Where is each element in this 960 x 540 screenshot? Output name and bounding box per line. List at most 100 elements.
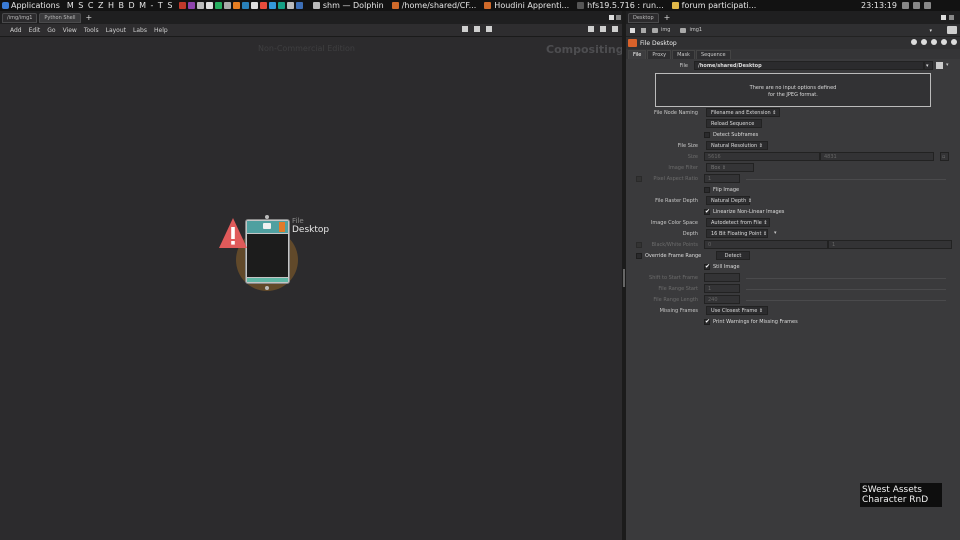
- app-icon[interactable]: [196, 2, 204, 9]
- settings-icon[interactable]: [951, 39, 957, 45]
- info-icon[interactable]: [941, 39, 947, 45]
- tab-file[interactable]: File: [628, 50, 647, 59]
- image-filter-menu[interactable]: Box ⇕: [706, 163, 754, 172]
- taskbar-window-hfs[interactable]: hfs19.5.716 : run...: [577, 1, 664, 10]
- tab-parameters[interactable]: Desktop: [628, 12, 659, 23]
- node-flag-bar[interactable]: [247, 278, 288, 282]
- app-icon[interactable]: [241, 2, 249, 9]
- grid-icon[interactable]: [612, 26, 618, 32]
- pane-options-icon[interactable]: [949, 15, 954, 20]
- print-warnings-checkbox[interactable]: [704, 318, 710, 325]
- node-header-title[interactable]: File Desktop: [640, 40, 677, 47]
- shift-to-start-field[interactable]: [704, 273, 740, 282]
- quick-launch-item[interactable]: C: [88, 1, 94, 10]
- file-chooser-icon[interactable]: [936, 62, 943, 69]
- quick-launch-item[interactable]: S: [167, 1, 173, 10]
- tab-sequence[interactable]: Sequence: [695, 50, 731, 59]
- menu-help[interactable]: Help: [154, 27, 168, 34]
- shift-to-start-slider[interactable]: [746, 278, 946, 279]
- forward-icon[interactable]: [641, 27, 646, 33]
- file-node[interactable]: File Desktop: [219, 215, 332, 325]
- app-icon[interactable]: [286, 2, 294, 9]
- taskbar-window-dolphin[interactable]: shm — Dolphin: [312, 1, 384, 10]
- network-canvas[interactable]: Non-Commercial Edition Compositing File …: [0, 37, 624, 540]
- app-icon[interactable]: [259, 2, 267, 9]
- tab-network[interactable]: /img/img1: [2, 12, 38, 23]
- file-raster-depth-menu[interactable]: Natural Depth ⇕: [706, 196, 752, 205]
- image-color-space-menu[interactable]: Autodetect from File ⇕: [706, 218, 770, 227]
- chevron-down-icon[interactable]: ▾: [929, 28, 932, 34]
- volume-icon[interactable]: [913, 2, 920, 9]
- size-height-field[interactable]: 4831: [820, 152, 934, 161]
- zoom-icon[interactable]: [588, 26, 594, 32]
- wrench-icon[interactable]: [462, 26, 468, 32]
- pane-menu-icon[interactable]: [941, 15, 946, 20]
- app-icon[interactable]: [205, 2, 213, 9]
- clock[interactable]: 23:13:19: [861, 0, 897, 11]
- applications-menu[interactable]: Applications: [0, 1, 60, 10]
- network-icon[interactable]: [902, 2, 909, 9]
- add-tab-button[interactable]: +: [664, 13, 671, 22]
- taskbar-window-forum[interactable]: forum participati...: [671, 1, 756, 10]
- file-range-length-slider[interactable]: [746, 300, 946, 301]
- pane-options-icon[interactable]: [616, 15, 621, 20]
- tab-mask[interactable]: Mask: [672, 50, 695, 59]
- pixel-aspect-field[interactable]: 1: [704, 174, 740, 183]
- still-image-checkbox[interactable]: [704, 263, 710, 270]
- tab-python-shell[interactable]: Python Shell: [39, 12, 81, 23]
- stop-icon[interactable]: [486, 26, 492, 32]
- menu-add[interactable]: Add: [10, 27, 22, 34]
- quick-launch-item[interactable]: M: [67, 1, 74, 10]
- quick-launch-item[interactable]: Z: [98, 1, 104, 10]
- detect-subframes-checkbox[interactable]: [704, 132, 710, 138]
- override-frame-range-checkbox[interactable]: [636, 253, 642, 259]
- layout-icon[interactable]: [474, 26, 480, 32]
- node-thumbnail[interactable]: [245, 219, 290, 284]
- menu-tools[interactable]: Tools: [84, 27, 99, 34]
- add-tab-button[interactable]: +: [86, 13, 93, 22]
- pixel-aspect-slider[interactable]: [746, 179, 946, 180]
- search-icon[interactable]: [931, 39, 937, 45]
- file-range-start-slider[interactable]: [746, 289, 946, 290]
- size-lock-button[interactable]: ▫: [940, 152, 949, 161]
- help-icon[interactable]: [921, 39, 927, 45]
- app-icon[interactable]: [268, 2, 276, 9]
- linearize-checkbox[interactable]: [704, 208, 710, 215]
- file-path-field[interactable]: /home/shared/Desktop: [694, 61, 924, 70]
- app-icon[interactable]: [187, 2, 195, 9]
- file-node-naming-menu[interactable]: Filename and Extension ⇕: [706, 108, 780, 117]
- pane-menu-icon[interactable]: [609, 15, 614, 20]
- file-range-length-field[interactable]: 240: [704, 295, 740, 304]
- quick-launch-item[interactable]: T: [158, 1, 163, 10]
- menu-edit[interactable]: Edit: [29, 27, 41, 34]
- pin-icon[interactable]: [947, 26, 957, 34]
- app-icon[interactable]: [250, 2, 258, 9]
- file-size-menu[interactable]: Natural Resolution ⇕: [706, 141, 768, 150]
- app-icon[interactable]: [178, 2, 186, 9]
- pixel-aspect-checkbox[interactable]: [636, 176, 642, 182]
- node-output-connector[interactable]: [265, 286, 269, 290]
- app-icon[interactable]: [277, 2, 285, 9]
- depth-options-icon[interactable]: ▾: [774, 230, 777, 236]
- file-options-icon[interactable]: ▾: [946, 62, 949, 68]
- flip-image-checkbox[interactable]: [704, 187, 710, 193]
- bw-points-checkbox[interactable]: [636, 242, 642, 248]
- notification-icon[interactable]: [924, 2, 931, 9]
- size-width-field[interactable]: 5616: [704, 152, 820, 161]
- node-name-label[interactable]: Desktop: [292, 225, 329, 235]
- warning-icon[interactable]: [218, 216, 248, 250]
- quick-launch-item[interactable]: S: [78, 1, 84, 10]
- app-icon[interactable]: [232, 2, 240, 9]
- depth-menu[interactable]: 16 Bit Floating Point ⇕: [706, 229, 768, 238]
- app-icon[interactable]: [295, 2, 303, 9]
- menu-go[interactable]: Go: [47, 27, 55, 34]
- app-icon[interactable]: [223, 2, 231, 9]
- quick-launch-item[interactable]: H: [108, 1, 115, 10]
- quick-launch-item[interactable]: -: [151, 1, 154, 10]
- quick-launch-item[interactable]: M: [139, 1, 146, 10]
- black-point-field[interactable]: 0: [704, 240, 828, 249]
- frame-icon[interactable]: [600, 26, 606, 32]
- taskbar-window-cf[interactable]: /home/shared/CF...: [391, 1, 476, 10]
- white-point-field[interactable]: 1: [828, 240, 952, 249]
- detect-button[interactable]: Detect: [716, 251, 750, 260]
